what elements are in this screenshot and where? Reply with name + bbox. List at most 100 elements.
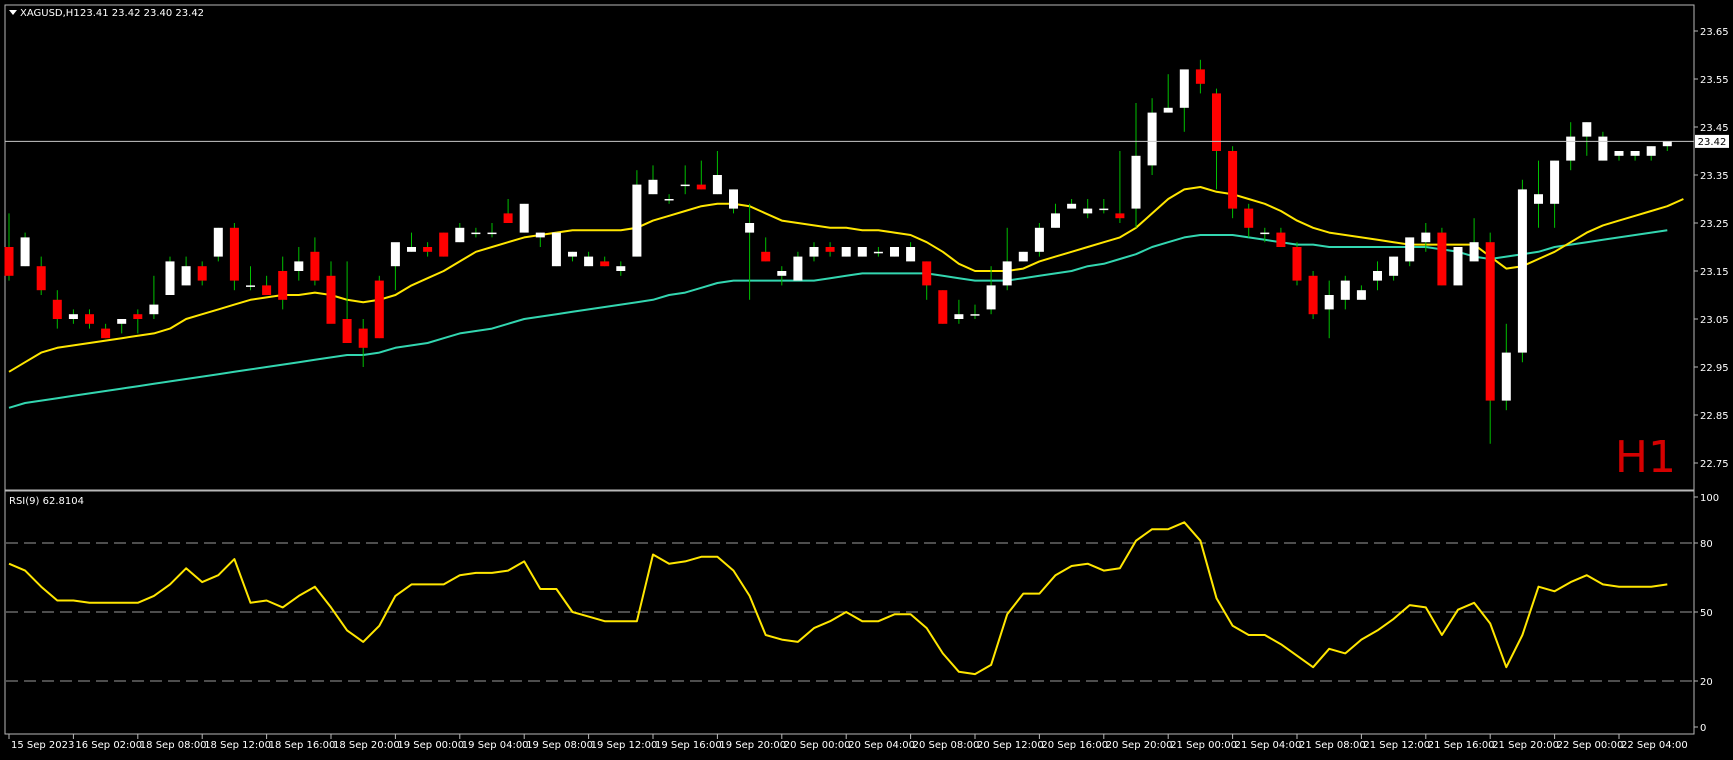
candle	[1356, 285, 1366, 300]
candle	[326, 261, 336, 324]
candle	[857, 247, 867, 257]
candle-body	[1292, 247, 1302, 281]
candle-body	[455, 227, 465, 243]
candle-body	[712, 175, 722, 195]
candle-body	[761, 251, 771, 262]
candle	[922, 261, 932, 300]
candle	[1582, 122, 1592, 156]
candle	[1051, 203, 1060, 228]
candle-body	[165, 261, 175, 295]
candle	[696, 160, 706, 190]
candle-body	[52, 299, 62, 319]
candle-body	[857, 247, 867, 257]
candle	[487, 223, 497, 238]
candle	[36, 256, 46, 295]
price-tick-label: 22.95	[1700, 363, 1729, 374]
candle	[1662, 141, 1672, 151]
candle	[938, 290, 948, 324]
candle-body	[407, 247, 416, 252]
candle	[1147, 98, 1157, 175]
candle-body	[1147, 112, 1157, 166]
candle	[181, 256, 191, 286]
candle	[1453, 247, 1463, 286]
time-tick-label: 18 Sep 12:00	[204, 740, 271, 751]
candle	[793, 251, 803, 281]
time-tick-label: 20 Sep 04:00	[848, 740, 915, 751]
time-tick-label: 15 Sep 2023	[11, 740, 74, 751]
candle-body	[1324, 295, 1334, 310]
candle-body	[793, 256, 803, 281]
rsi-line	[8, 521, 1668, 676]
rsi-tick-label: 20	[1700, 677, 1713, 688]
candle-body	[1340, 280, 1350, 300]
candle	[954, 299, 964, 324]
symbol-label[interactable]: XAGUSD,H1	[20, 8, 80, 19]
candle	[1340, 275, 1350, 310]
candle	[600, 256, 610, 267]
triangle-down-icon[interactable]	[9, 10, 17, 15]
candle	[648, 165, 658, 195]
candle-body	[1534, 194, 1543, 204]
candle-body	[551, 232, 561, 267]
candle-body	[922, 261, 932, 286]
candle	[1598, 131, 1608, 161]
candle	[4, 213, 14, 281]
time-tick-label: 18 Sep 16:00	[269, 740, 336, 751]
candle	[68, 309, 78, 324]
candle-body	[584, 256, 594, 267]
candle	[1195, 59, 1205, 94]
candle-body	[873, 251, 883, 254]
candle	[1485, 232, 1495, 444]
candle	[568, 251, 577, 262]
candle	[1405, 237, 1415, 267]
candle	[584, 251, 594, 267]
candle-body	[1067, 203, 1077, 209]
price-tick-label: 23.35	[1700, 171, 1729, 182]
timeframe-watermark: H1	[1615, 432, 1676, 483]
candle	[1534, 160, 1543, 228]
candle-body	[85, 314, 94, 324]
candle-body	[1614, 151, 1624, 156]
candle	[1099, 199, 1109, 214]
candle-body	[1598, 136, 1608, 161]
candle-body	[729, 189, 738, 209]
candle-body	[1099, 208, 1109, 211]
time-tick-label: 21 Sep 16:00	[1428, 740, 1495, 751]
candle	[632, 170, 642, 257]
candle	[149, 275, 159, 319]
candle-body	[1517, 189, 1527, 353]
candle	[712, 151, 722, 195]
candle-body	[1244, 208, 1254, 228]
candle	[1501, 323, 1511, 411]
candle	[101, 323, 111, 339]
candle	[745, 203, 755, 300]
candle	[1018, 251, 1028, 262]
time-tick-label: 21 Sep 20:00	[1492, 740, 1559, 751]
candle	[246, 266, 255, 291]
candle	[439, 232, 449, 257]
candle	[117, 319, 127, 334]
candle	[229, 223, 239, 291]
candle-body	[600, 261, 610, 267]
candle-body	[696, 184, 706, 190]
candle-body	[1308, 275, 1318, 315]
candle-body	[954, 314, 964, 319]
price-tick-label: 22.75	[1700, 459, 1729, 470]
candle-body	[20, 237, 30, 267]
candle-body	[1034, 227, 1044, 252]
candle	[1131, 103, 1141, 228]
candle	[310, 237, 320, 286]
time-tick-label: 20 Sep 00:00	[784, 740, 851, 751]
candle-body	[632, 184, 642, 257]
time-axis: 15 Sep 2023 16 Sep 02:0018 Sep 08:0018 Se…	[8, 734, 1688, 751]
candle	[85, 309, 94, 329]
rsi-tick-label: 50	[1700, 608, 1713, 619]
candle	[1034, 223, 1044, 257]
candle-body	[1083, 208, 1093, 214]
candle-body	[1501, 352, 1511, 401]
candle	[809, 242, 819, 262]
price-tick-label: 23.25	[1700, 219, 1729, 230]
candle	[1228, 146, 1238, 219]
candle-body	[1131, 155, 1141, 209]
candle-body	[294, 261, 304, 271]
